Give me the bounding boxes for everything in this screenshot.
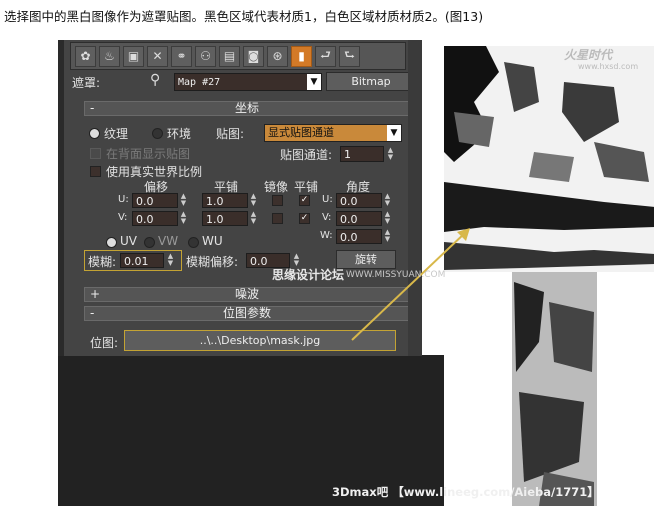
logo-watermark: 火星时代 [564, 48, 613, 62]
footer-watermark: 3Dmax吧 【www.lineeg.com/Aieba/1771】 [332, 485, 599, 499]
forum-url-watermark: WWW.MISSYUAN.COM [346, 270, 446, 280]
forum-watermark: 思缘设计论坛 [272, 268, 345, 282]
logo-url-watermark: www.hxsd.com [578, 62, 639, 71]
pointer-arrow-line [351, 231, 467, 341]
arrow-overlay [351, 228, 470, 341]
